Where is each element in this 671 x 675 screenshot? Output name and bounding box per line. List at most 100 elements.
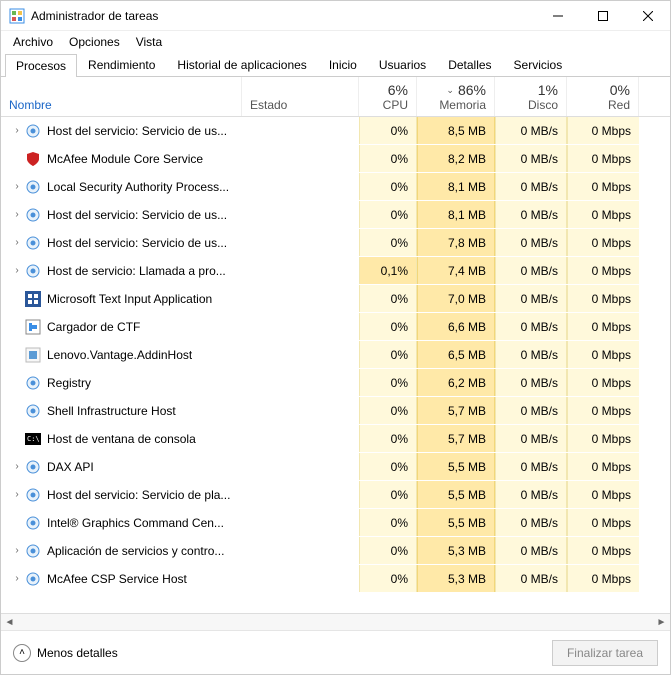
- process-name-cell: ›Host de servicio: Llamada a pro...: [1, 257, 242, 284]
- expand-icon[interactable]: ›: [9, 461, 25, 472]
- end-task-button[interactable]: Finalizar tarea: [552, 640, 658, 666]
- network-cell: 0 Mbps: [567, 509, 639, 536]
- memory-cell: 7,4 MB: [417, 257, 495, 284]
- memory-cell: 7,8 MB: [417, 229, 495, 256]
- memory-cell: 5,5 MB: [417, 453, 495, 480]
- process-row[interactable]: ›McAfee CSP Service Host0%5,3 MB0 MB/s0 …: [1, 565, 670, 593]
- disk-cell: 0 MB/s: [495, 565, 567, 592]
- status-cell: [242, 565, 359, 592]
- col-network[interactable]: 0% Red: [567, 77, 639, 116]
- col-cpu[interactable]: 6% CPU: [359, 77, 417, 116]
- scroll-right-icon[interactable]: ►: [653, 614, 670, 631]
- process-name-cell: Shell Infrastructure Host: [1, 397, 242, 424]
- process-row[interactable]: Shell Infrastructure Host0%5,7 MB0 MB/s0…: [1, 397, 670, 425]
- disk-cell: 0 MB/s: [495, 341, 567, 368]
- process-name-cell: Registry: [1, 369, 242, 396]
- column-headers: Nombre Estado 6% CPU ⌄86% Memoria 1% Dis…: [1, 77, 670, 117]
- maximize-button[interactable]: [580, 1, 625, 31]
- cpu-cell: 0%: [359, 285, 417, 312]
- disk-cell: 0 MB/s: [495, 397, 567, 424]
- expand-icon[interactable]: ›: [9, 265, 25, 276]
- process-row[interactable]: Intel® Graphics Command Cen...0%5,5 MB0 …: [1, 509, 670, 537]
- horizontal-scrollbar[interactable]: ◄ ►: [1, 613, 670, 630]
- tab-processes[interactable]: Procesos: [5, 54, 77, 77]
- close-button[interactable]: [625, 1, 670, 31]
- process-icon: [25, 571, 41, 587]
- expand-icon[interactable]: ›: [9, 125, 25, 136]
- disk-cell: 0 MB/s: [495, 201, 567, 228]
- process-row[interactable]: Microsoft Text Input Application0%7,0 MB…: [1, 285, 670, 313]
- process-row[interactable]: McAfee Module Core Service0%8,2 MB0 MB/s…: [1, 145, 670, 173]
- process-name: Intel® Graphics Command Cen...: [47, 516, 224, 530]
- col-disk[interactable]: 1% Disco: [495, 77, 567, 116]
- cpu-cell: 0%: [359, 173, 417, 200]
- sort-icon: ⌄: [446, 85, 454, 96]
- menu-view[interactable]: Vista: [128, 33, 170, 51]
- expand-icon[interactable]: ›: [9, 209, 25, 220]
- memory-cell: 6,2 MB: [417, 369, 495, 396]
- status-cell: [242, 369, 359, 396]
- process-name-cell: ›McAfee CSP Service Host: [1, 565, 242, 592]
- fewer-details-label: Menos detalles: [37, 646, 118, 660]
- process-row[interactable]: Cargador de CTF0%6,6 MB0 MB/s0 Mbps: [1, 313, 670, 341]
- process-row[interactable]: C:\Host de ventana de consola0%5,7 MB0 M…: [1, 425, 670, 453]
- process-name-cell: Cargador de CTF: [1, 313, 242, 340]
- status-cell: [242, 257, 359, 284]
- process-icon: [25, 403, 41, 419]
- process-row[interactable]: ›Aplicación de servicios y contro...0%5,…: [1, 537, 670, 565]
- process-icon: [25, 151, 41, 167]
- scroll-left-icon[interactable]: ◄: [1, 614, 18, 631]
- tab-performance[interactable]: Rendimiento: [77, 53, 166, 76]
- process-row[interactable]: ›Host del servicio: Servicio de us...0%8…: [1, 117, 670, 145]
- process-icon: [25, 179, 41, 195]
- process-row[interactable]: ›DAX API0%5,5 MB0 MB/s0 Mbps: [1, 453, 670, 481]
- cpu-cell: 0%: [359, 341, 417, 368]
- process-row[interactable]: ›Host del servicio: Servicio de us...0%7…: [1, 229, 670, 257]
- expand-icon[interactable]: ›: [9, 181, 25, 192]
- tab-users[interactable]: Usuarios: [368, 53, 437, 76]
- col-cpu-label: CPU: [383, 98, 408, 112]
- process-row[interactable]: ›Host del servicio: Servicio de pla...0%…: [1, 481, 670, 509]
- expand-icon[interactable]: ›: [9, 489, 25, 500]
- process-name-cell: ›Host del servicio: Servicio de us...: [1, 229, 242, 256]
- network-cell: 0 Mbps: [567, 257, 639, 284]
- status-cell: [242, 537, 359, 564]
- process-icon: [25, 263, 41, 279]
- expand-icon[interactable]: ›: [9, 237, 25, 248]
- col-status[interactable]: Estado: [242, 77, 359, 116]
- cpu-cell: 0%: [359, 453, 417, 480]
- process-name: Host del servicio: Servicio de pla...: [47, 488, 230, 502]
- tab-strip: Procesos Rendimiento Historial de aplica…: [1, 53, 670, 77]
- tab-details[interactable]: Detalles: [437, 53, 502, 76]
- process-row[interactable]: ›Local Security Authority Process...0%8,…: [1, 173, 670, 201]
- expand-icon[interactable]: ›: [9, 545, 25, 556]
- network-cell: 0 Mbps: [567, 201, 639, 228]
- process-row[interactable]: Registry0%6,2 MB0 MB/s0 Mbps: [1, 369, 670, 397]
- col-memory[interactable]: ⌄86% Memoria: [417, 77, 495, 116]
- process-list[interactable]: ›Host del servicio: Servicio de us...0%8…: [1, 117, 670, 613]
- network-cell: 0 Mbps: [567, 117, 639, 144]
- col-status-label: Estado: [250, 98, 350, 112]
- tab-services[interactable]: Servicios: [503, 53, 574, 76]
- status-cell: [242, 509, 359, 536]
- tab-app-history[interactable]: Historial de aplicaciones: [166, 53, 317, 76]
- process-row[interactable]: ›Host de servicio: Llamada a pro...0,1%7…: [1, 257, 670, 285]
- process-row[interactable]: ›Host del servicio: Servicio de us...0%8…: [1, 201, 670, 229]
- process-name-cell: Microsoft Text Input Application: [1, 285, 242, 312]
- network-cell: 0 Mbps: [567, 481, 639, 508]
- minimize-button[interactable]: [535, 1, 580, 31]
- process-name-cell: ›Host del servicio: Servicio de us...: [1, 201, 242, 228]
- tab-startup[interactable]: Inicio: [318, 53, 368, 76]
- fewer-details-button[interactable]: ˄ Menos detalles: [13, 644, 552, 662]
- menu-file[interactable]: Archivo: [5, 33, 61, 51]
- cpu-cell: 0%: [359, 425, 417, 452]
- process-icon: [25, 459, 41, 475]
- col-name[interactable]: Nombre: [1, 77, 242, 116]
- menu-options[interactable]: Opciones: [61, 33, 128, 51]
- network-cell: 0 Mbps: [567, 425, 639, 452]
- disk-cell: 0 MB/s: [495, 117, 567, 144]
- process-icon: C:\: [25, 431, 41, 447]
- process-row[interactable]: Lenovo.Vantage.AddinHost0%6,5 MB0 MB/s0 …: [1, 341, 670, 369]
- expand-icon[interactable]: ›: [9, 573, 25, 584]
- status-cell: [242, 453, 359, 480]
